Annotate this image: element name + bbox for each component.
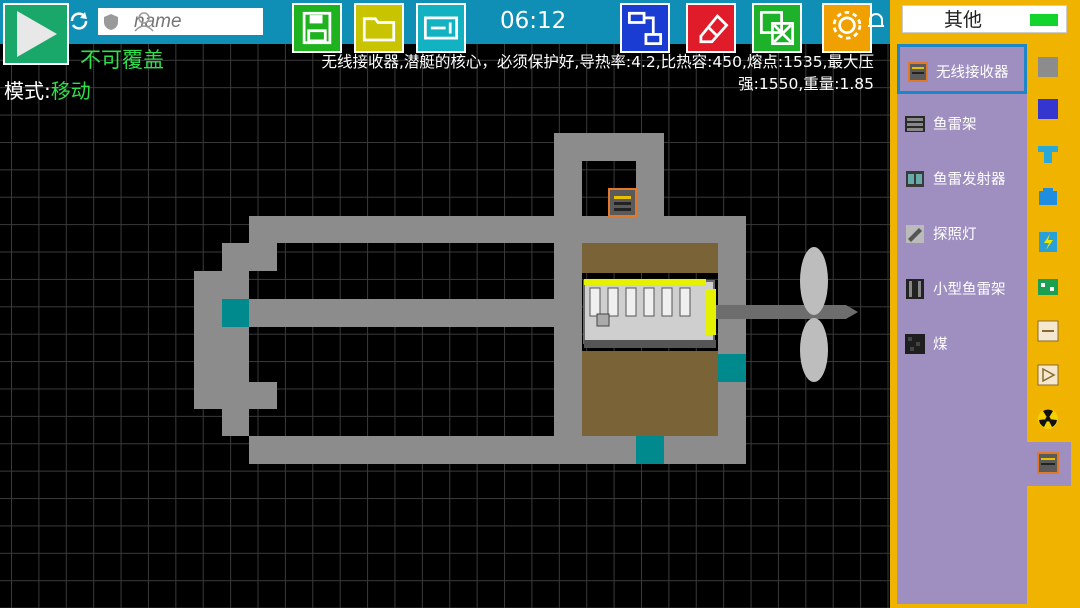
gear-icon xyxy=(832,10,862,40)
folder-icon xyxy=(362,17,396,42)
torpedo-launcher-icon xyxy=(906,171,924,187)
save-button[interactable] xyxy=(292,3,342,53)
part-item-torpedo-rack[interactable]: 鱼雷架 xyxy=(897,99,1027,149)
part-item-label: 鱼雷架 xyxy=(933,117,977,133)
part-description: 无线接收器,潜艇的核心，必须保护好,导热率:4.2,比热容:450,熔点:153… xyxy=(234,51,875,95)
open-folder-button[interactable] xyxy=(354,3,404,53)
shield-icon xyxy=(104,14,118,30)
eraser-icon xyxy=(699,13,729,44)
wireless-receiver-block xyxy=(608,188,637,217)
part-item-coal[interactable]: 煤 xyxy=(897,319,1027,369)
wireless-receiver-icon xyxy=(908,62,928,82)
delete-selection-icon xyxy=(759,10,795,46)
user-icon xyxy=(134,12,154,32)
part-item-small-torpedo-rack[interactable]: 小型鱼雷架 xyxy=(897,264,1027,314)
mode-label: 模式: xyxy=(4,79,51,103)
category-label: 其他 xyxy=(943,9,982,31)
small-torpedo-rack-icon xyxy=(906,279,924,299)
overwrite-status[interactable]: 不可覆盖 xyxy=(80,44,164,74)
part-item-label: 探照灯 xyxy=(933,227,977,243)
part-list: 无线接收器 鱼雷架 鱼雷发射器 探照灯 小型鱼雷架 煤 xyxy=(897,44,1027,604)
mode-indicator[interactable]: 模式:移动 xyxy=(4,75,91,104)
category-other-icon[interactable] xyxy=(1037,452,1059,474)
eraser-button[interactable] xyxy=(686,3,736,53)
part-item-label: 无线接收器 xyxy=(936,65,1009,81)
add-part-icon xyxy=(423,16,459,40)
category-pipe-icon[interactable] xyxy=(1037,143,1059,165)
mode-value: 移动 xyxy=(50,79,91,103)
searchlight-icon xyxy=(906,225,924,243)
top-toolbar: 3G 06:12 xyxy=(0,0,890,53)
part-item-torpedo-launcher[interactable]: 鱼雷发射器 xyxy=(897,154,1027,204)
hatch-right xyxy=(718,354,746,382)
category-selector[interactable]: 其他 xyxy=(902,5,1067,33)
category-nuclear-icon[interactable] xyxy=(1037,408,1059,430)
clock: 06:12 xyxy=(500,8,567,34)
delete-selection-button[interactable] xyxy=(752,3,802,53)
part-description-line: 无线接收器,潜艇的核心，必须保护好,导热率:4.2,比热容:450,熔点:153… xyxy=(321,53,875,71)
add-part-button[interactable] xyxy=(416,3,466,53)
category-power-icon[interactable] xyxy=(1037,231,1059,253)
part-item-label: 小型鱼雷架 xyxy=(933,282,1006,298)
torpedo-rack-icon xyxy=(905,116,925,132)
bell-icon xyxy=(868,13,884,27)
category-block-icon[interactable] xyxy=(1037,98,1059,120)
battery-icon xyxy=(1030,14,1058,26)
name-input[interactable] xyxy=(98,8,263,35)
play-button[interactable] xyxy=(3,3,69,65)
part-description-line: 强:1550,重量:1.85 xyxy=(738,75,874,93)
move-tool-icon xyxy=(627,11,663,46)
category-engine-icon[interactable] xyxy=(1037,186,1059,208)
engine-block xyxy=(583,279,716,348)
coal-icon xyxy=(905,334,925,354)
part-item-searchlight[interactable]: 探照灯 xyxy=(897,209,1027,259)
engine-room-lower xyxy=(582,351,718,436)
category-circuit-icon[interactable] xyxy=(1037,276,1059,298)
play-icon xyxy=(17,11,57,57)
settings-button[interactable] xyxy=(822,3,872,53)
category-logic-gate-icon[interactable] xyxy=(1037,364,1059,386)
sync-icon xyxy=(70,12,88,30)
move-tool-button[interactable] xyxy=(620,3,670,53)
engine-room-upper xyxy=(582,243,718,273)
category-switch-icon[interactable] xyxy=(1037,320,1059,342)
part-item-wireless-receiver[interactable]: 无线接收器 xyxy=(897,44,1027,94)
part-item-label: 煤 xyxy=(933,337,948,353)
hatch-left xyxy=(222,299,249,327)
category-hull-icon[interactable] xyxy=(1037,56,1059,78)
part-item-label: 鱼雷发射器 xyxy=(933,172,1006,188)
hatch-bottom xyxy=(636,436,664,464)
save-icon xyxy=(302,11,332,45)
